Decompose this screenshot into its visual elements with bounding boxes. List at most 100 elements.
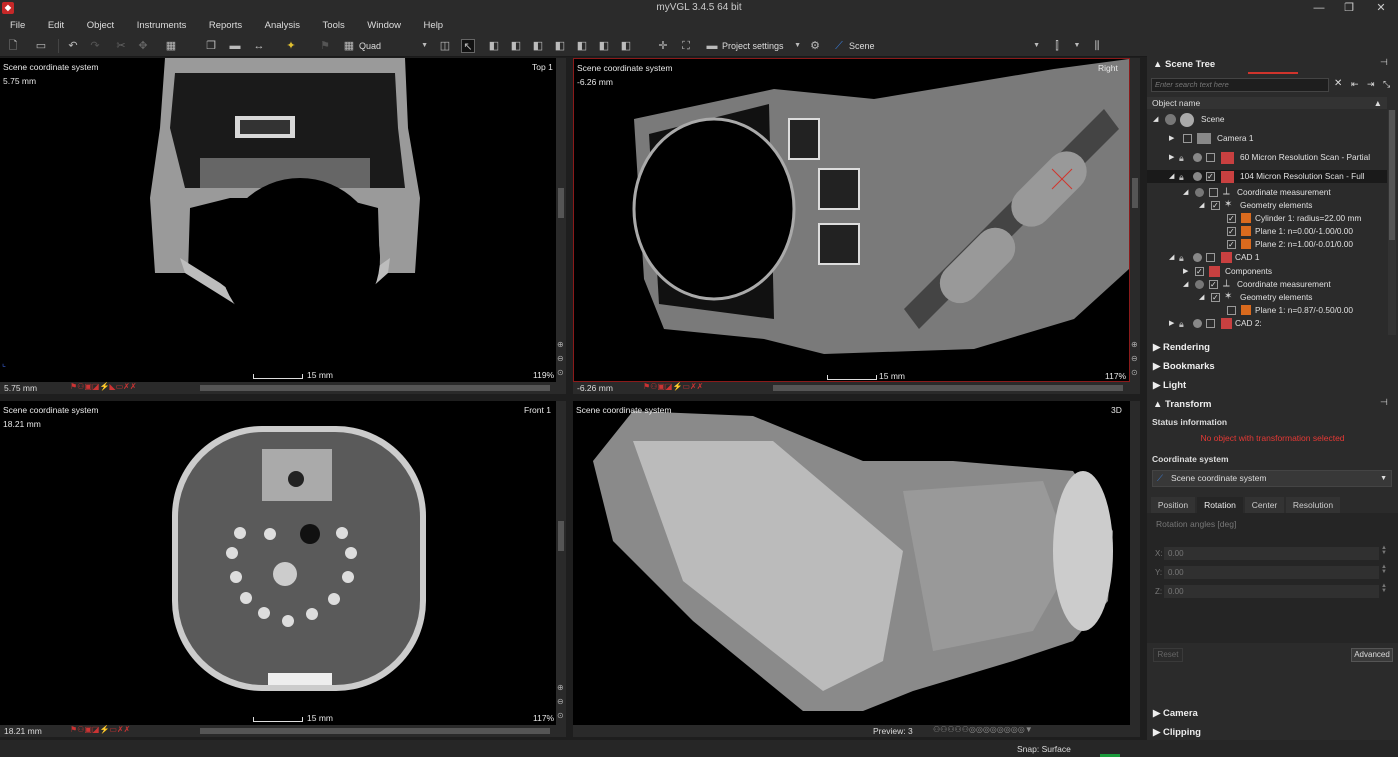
viewport-top-right-scrollbar[interactable]: ⊕ ⊖ ⊙ [1130, 58, 1140, 382]
tree-row-scan-full[interactable]: ◢ 🔒︎ 104 Micron Resolution Scan - Full [1147, 170, 1387, 183]
open-folder-icon[interactable]: ▭ [34, 39, 48, 53]
z-spinner-icon[interactable]: ▲ ▼ [1381, 583, 1387, 594]
new-file-icon[interactable]: 🗋 [6, 39, 20, 53]
menu-tools[interactable]: Tools [313, 17, 355, 35]
slice-tools-icons[interactable]: ⚑⚇▣◪⚡▭✗✗ [643, 382, 703, 391]
tree-row-cad-2[interactable]: ▶ 🔒︎ CAD 2: [1147, 317, 1387, 330]
slice-slider[interactable] [773, 385, 1123, 391]
slice-value[interactable]: 5.75 mm [4, 383, 37, 393]
viewport-3d[interactable]: Scene coordinate system 3D [573, 401, 1130, 725]
tab-center[interactable]: Center [1245, 497, 1284, 513]
rotation-y-input[interactable]: 0.00 [1164, 566, 1379, 579]
flag-icon[interactable]: ⚑ [318, 39, 332, 53]
tree-row-cylinder[interactable]: Cylinder 1: radius=22.00 mm [1147, 212, 1387, 225]
select-cursor-icon[interactable]: ↖ [461, 39, 475, 53]
undo-icon[interactable]: ↶ [66, 39, 80, 53]
tab-position[interactable]: Position [1151, 497, 1195, 513]
tab-rotation[interactable]: Rotation [1197, 497, 1243, 513]
minimize-button[interactable]: — [1304, 0, 1334, 17]
view-cube-1-icon[interactable]: ◧ [487, 39, 501, 53]
tree-row-coord-measurement-2[interactable]: ◢ ⟂ Coordinate measurement [1147, 278, 1387, 291]
zoom-out-icon[interactable]: ⊖ [557, 354, 564, 363]
menu-reports[interactable]: Reports [199, 17, 252, 35]
transform-panel-header[interactable]: ▲ Transform [1147, 396, 1398, 414]
viewport-top-left-scrollbar[interactable]: ⊕ ⊖ ⊙ [556, 58, 566, 382]
chart-icon[interactable]: ⫼ [1090, 39, 1104, 53]
slice-slider[interactable] [200, 385, 550, 391]
copy-icon[interactable]: ❐ [204, 39, 218, 53]
view-icon[interactable]: ▦ [164, 39, 178, 53]
layout-select[interactable]: Quad ▼ [355, 38, 431, 54]
viewport-3d-scrollbar[interactable] [1130, 401, 1140, 725]
view-cube-7-icon[interactable]: ◧ [619, 39, 633, 53]
y-spinner-icon[interactable]: ▲ ▼ [1381, 564, 1387, 575]
tree-row-camera[interactable]: ▶ Camera 1 [1147, 132, 1387, 145]
cut-icon[interactable]: ✂ [114, 39, 128, 53]
project-settings-icon[interactable]: ▬ [705, 39, 719, 53]
wrench-icon[interactable]: ⚙ [808, 39, 822, 53]
viewport-top-right[interactable]: Scene coordinate system -6.26 mm Right 1… [573, 58, 1130, 382]
measure-icon[interactable]: ↔ [252, 39, 266, 53]
close-button[interactable]: ✕ [1366, 0, 1396, 17]
tab-resolution[interactable]: Resolution [1286, 497, 1340, 513]
pin-icon[interactable]: ⊣ [1380, 57, 1388, 68]
zoom-in-icon[interactable]: ⊕ [557, 340, 564, 349]
coord-system-select[interactable]: ⟋ Scene coordinate system ▼ [1152, 470, 1392, 487]
tree-row-geometry-elements[interactable]: ◢ ✶ Geometry elements [1147, 199, 1387, 212]
zoom-fit-icon[interactable]: ⊙ [1131, 368, 1138, 377]
slice-tools-icons[interactable]: ⚑⚇▣◪⚡◣▭✗✗ [70, 382, 137, 391]
tree-row-scan-partial[interactable]: ▶ 🔒︎ 60 Micron Resolution Scan - Partial [1147, 151, 1387, 164]
slice-value[interactable]: 18.21 mm [4, 726, 42, 736]
render-tools-icons[interactable]: ⚇⚇⚇⚇⚇◎◎◎◎◎◎◎◎▼ [933, 725, 1033, 734]
menu-window[interactable]: Window [357, 17, 411, 35]
menu-edit[interactable]: Edit [38, 17, 74, 35]
project-settings-select[interactable]: Project settings ▼ [718, 38, 804, 54]
zoom-in-icon[interactable]: ⊕ [1131, 340, 1138, 349]
tree-row-coord-measurement[interactable]: ◢ ⟂ Coordinate measurement [1147, 186, 1387, 199]
unpin-icon[interactable]: ⊣ [1380, 397, 1388, 408]
slice-value[interactable]: -6.26 mm [577, 383, 613, 393]
viewport-bottom-left-scrollbar[interactable]: ⊕ ⊖ ⊙ [556, 401, 566, 725]
align-icon[interactable]: ⫿ [1050, 39, 1064, 53]
menu-instruments[interactable]: Instruments [127, 17, 197, 35]
menu-help[interactable]: Help [414, 17, 454, 35]
tree-row-plane-2[interactable]: Plane 2: n=1.00/-0.01/0.00 [1147, 238, 1387, 251]
menu-analysis[interactable]: Analysis [255, 17, 310, 35]
view-cube-2-icon[interactable]: ◧ [509, 39, 523, 53]
reset-button[interactable]: Reset [1153, 648, 1183, 662]
view-cube-4-icon[interactable]: ◧ [553, 39, 567, 53]
zoom-in-icon[interactable]: ⊕ [557, 683, 564, 692]
tree-scrollbar[interactable] [1388, 110, 1396, 335]
light-panel-header[interactable]: ▶ Light [1147, 377, 1398, 395]
camera-panel-header[interactable]: ▶ Camera [1147, 705, 1398, 723]
zoom-out-icon[interactable]: ⊖ [557, 697, 564, 706]
filter-icon[interactable]: ⤡ [1383, 79, 1390, 90]
restore-button[interactable]: ❐ [1334, 0, 1364, 17]
x-spinner-icon[interactable]: ▲ ▼ [1381, 545, 1387, 556]
fit-view-icon[interactable]: ⛶ [679, 39, 693, 53]
clear-search-icon[interactable]: ✕ [1334, 78, 1342, 89]
viewport-top-left[interactable]: Scene coordinate system 5.75 mm Top 1 15… [0, 58, 556, 382]
scene-icon[interactable]: ⟋ [832, 39, 846, 53]
slice-tools-icons[interactable]: ⚑⚇▣◪⚡▭✗✗ [70, 725, 130, 734]
layout-icon[interactable]: ▦ [342, 39, 356, 53]
annotation-icon[interactable]: ▬ [228, 39, 242, 53]
tree-row-cad-1[interactable]: ◢ 🔒︎ CAD 1 [1147, 251, 1387, 264]
move-icon[interactable]: ✥ [136, 39, 150, 53]
tree-row-geometry-elements-2[interactable]: ◢ ✶ Geometry elements [1147, 291, 1387, 304]
rotation-x-input[interactable]: 0.00 [1164, 547, 1379, 560]
scene-select[interactable]: Scene ▼ [845, 38, 1043, 54]
view-cube-5-icon[interactable]: ◧ [575, 39, 589, 53]
lightbulb-icon[interactable]: ✦ [284, 39, 298, 53]
view-grid-icon[interactable]: ◫ [438, 39, 452, 53]
tree-row-scene[interactable]: ◢ Scene [1147, 113, 1387, 127]
rotation-z-input[interactable]: 0.00 [1164, 585, 1379, 598]
bookmarks-panel-header[interactable]: ▶ Bookmarks [1147, 358, 1398, 376]
expand-all-icon[interactable]: ⇥ [1367, 79, 1375, 90]
redo-icon[interactable]: ↷ [88, 39, 102, 53]
scene-search-input[interactable]: Enter search text here [1151, 78, 1329, 92]
view-cube-3-icon[interactable]: ◧ [531, 39, 545, 53]
advanced-button[interactable]: Advanced [1351, 648, 1393, 662]
slice-slider[interactable] [200, 728, 550, 734]
menu-file[interactable]: File [0, 17, 35, 35]
